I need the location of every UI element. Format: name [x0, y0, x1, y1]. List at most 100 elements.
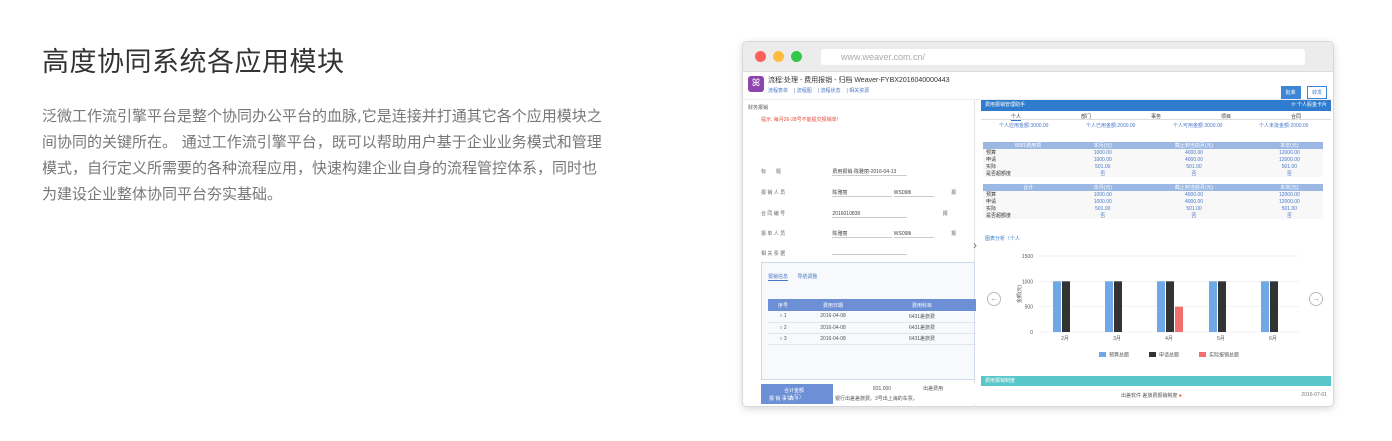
table-row: 预算 1000.00 4000.00 12000.00	[983, 191, 1323, 198]
subnav-resources[interactable]: 相关资源	[849, 88, 869, 94]
y-axis-label: 金额(元)	[1016, 285, 1023, 304]
form-value[interactable]: 费用报销-陈雅丽-2016-04-13	[832, 168, 908, 176]
expense-detail-box: 报销信息 导航调整 序号 费用日期 费用科目 ○ 1 2016-04-08 64…	[761, 262, 976, 380]
minimize-dot-icon[interactable]	[773, 51, 784, 62]
bar	[1175, 306, 1183, 332]
tab-affairs[interactable]: 事务	[1151, 113, 1161, 120]
x-tick-label: 5月	[1217, 336, 1225, 342]
intro-title: 高度协同系统各应用模块	[42, 47, 345, 78]
tab-contract[interactable]: 合同	[1291, 113, 1301, 120]
workflow-title: 流程:处理 - 费用报销 - 归档 Weaver-FYBX20160400004…	[768, 77, 950, 84]
table-row: 预算 1000.00 4000.00 12000.00	[983, 149, 1323, 156]
x-tick-label: 4月	[1165, 336, 1173, 342]
bar	[1218, 281, 1226, 332]
table-row[interactable]: ○ 1 2016-04-08 6431差旅费	[768, 311, 976, 323]
maximize-dot-icon[interactable]	[791, 51, 802, 62]
form-row-title: 标 题 费用报销-陈雅丽-2016-04-13	[761, 168, 908, 176]
dashboard-summary: 个人应用金额:3000.00 个人已用金额:2000.00 个人可用金额:300…	[981, 120, 1331, 130]
sum-row: 合计金额 （大写） 831.000 出差费用 报 销 事 由: 银行出差差旅费。3…	[761, 384, 975, 404]
tab-department[interactable]: 部门	[1081, 113, 1091, 120]
close-dot-icon[interactable]	[755, 51, 766, 62]
form-value[interactable]: 陈雅丽	[832, 189, 893, 197]
policy-item[interactable]: 出差软件 差旅费报销制度 ●	[1121, 392, 1182, 399]
summary-applied: 个人应用金额:3000.00	[999, 123, 1049, 129]
expense-form-panel: 财务报销 提示: 每月26-28号不能提交报销单! 标 题 费用报销-陈雅丽-2…	[743, 100, 976, 406]
form-row-receipts: 相 关 票 据	[761, 250, 908, 257]
policy-date: 2016-07-01	[1301, 392, 1327, 398]
dashboard-action[interactable]: ⟳ 个人股金卡片	[1291, 100, 1327, 111]
legend-swatch	[1199, 352, 1206, 357]
form-value[interactable]: 陈雅丽	[832, 230, 893, 238]
bar	[1209, 281, 1217, 332]
form-label: 标 题	[761, 169, 782, 175]
policy-title: 费用报销制度	[985, 378, 1016, 384]
row-item: 6431差旅费	[868, 311, 976, 323]
bar	[1114, 281, 1122, 332]
url-bar[interactable]: www.weaver.com.cn/	[821, 49, 1305, 65]
forward-button[interactable]: 转发	[1306, 86, 1327, 99]
legend-label: 预算总额	[1109, 352, 1129, 359]
dashboard-title: 费用报销管理助手	[985, 102, 1026, 108]
policy-row[interactable]: 出差软件 差旅费报销制度 ● 2016-07-01	[981, 390, 1331, 400]
dashboard-tabs: 个人 部门 事务 项目 合同	[981, 111, 1331, 121]
row-item: 6431差旅费	[868, 333, 976, 345]
chart-section-label[interactable]: 图表分析（个人	[985, 235, 1020, 242]
col-header: 本月(元)	[1073, 184, 1133, 191]
table-row[interactable]: ○ 3 2016-04-08 6431差旅费	[768, 333, 976, 345]
row-no: ○ 3	[768, 333, 798, 345]
summary-available: 个人可用金额:3000.00	[1173, 123, 1223, 129]
form-side-mark: 报	[951, 190, 957, 196]
approve-button[interactable]: 批准	[1280, 86, 1301, 99]
detail-tabs: 报销信息 导航调整	[768, 273, 825, 281]
form-extra-value[interactable]: WS098i	[893, 190, 934, 197]
form-value[interactable]: 2016010838	[832, 211, 908, 218]
reason-value[interactable]: 银行出差差旅费。3号出上海的车票。	[833, 394, 975, 404]
summary-pending: 个人未批金额:2000.00	[1259, 123, 1309, 129]
legend-swatch	[1099, 352, 1106, 357]
row-no: ○ 1	[768, 311, 798, 323]
app-logo-icon: ꕤ	[748, 76, 764, 92]
collapse-handle-icon[interactable]: ›	[973, 237, 979, 253]
policy-header: 费用报销制度	[981, 376, 1331, 386]
tab-expense-info[interactable]: 报销信息	[768, 274, 789, 281]
chart-next-icon[interactable]: →	[1309, 292, 1323, 306]
form-value[interactable]	[832, 254, 908, 255]
x-tick-label: 2月	[1061, 336, 1069, 342]
dashboard-header: 费用报销管理助手 ⟳ 个人股金卡片	[981, 100, 1331, 111]
subnav-form[interactable]: 流程表单	[768, 88, 788, 94]
col-header-item: 费用科目	[868, 299, 976, 311]
form-side-mark: 报	[942, 211, 948, 217]
summary-table-1: 8001费用项 本月(元) 截止到当前月(元) 本年(元) 预算 1000.00 4…	[983, 142, 1323, 177]
chart-prev-icon[interactable]: ←	[987, 292, 1001, 306]
tab-nav-adjust[interactable]: 导航调整	[797, 274, 817, 280]
summary-used: 个人已用金额:2000.00	[1086, 123, 1136, 129]
intro-section: 高度协同系统各应用模块 泛微工作流引擎平台是整个协同办公平台的血脉,它是连接并打…	[42, 40, 622, 207]
workflow-subnav: 流程表单 | 流程图 | 流程状态 | 相关资源	[768, 88, 870, 94]
page: 高度协同系统各应用模块 泛微工作流引擎平台是整个协同办公平台的血脉,它是连接并打…	[0, 0, 1392, 441]
y-tick-label: 1000	[1022, 279, 1033, 285]
col-header: 合计	[983, 184, 1074, 191]
y-tick-label: 1500	[1022, 254, 1033, 260]
tab-project[interactable]: 项目	[1221, 113, 1231, 120]
expense-dashboard: 费用报销管理助手 ⟳ 个人股金卡片 个人 部门 事务 项目 合同 个人应用金额:…	[981, 100, 1331, 406]
col-header: 截止到当前月(元)	[1132, 142, 1256, 149]
table-row[interactable]: ○ 2 2016-04-08 6431差旅费	[768, 322, 976, 334]
bar	[1062, 281, 1070, 332]
table-row: 实际 501.00 501.00 501.00	[983, 163, 1323, 170]
subnav-flowchart[interactable]: 流程图	[797, 88, 812, 94]
form-label: 报 销 人 员	[761, 190, 786, 196]
col-header: 本月(元)	[1073, 142, 1133, 149]
form-row-applicant: 报 销 人 员 陈雅丽 WS098i 报	[761, 189, 956, 197]
expense-bar-chart: 0 500 1000 1500 金额(元) 2月 3月 4月 5月 6月预算总额 申请总额 实际报销总…	[1016, 254, 1299, 359]
form-label: 合 同 编 号	[761, 211, 786, 217]
chart-area: ← → 0 500 1000 1500 金额(元) 2月 3月 4月 5月 6月 预算总额 申请总额 实…	[981, 242, 1331, 370]
form-row-submitter: 报 单 人 员 陈雅丽 WS098i 报	[761, 230, 956, 238]
y-tick-label: 0	[1030, 330, 1033, 336]
form-panel-title: 财务报销	[748, 105, 769, 111]
bar	[1053, 281, 1061, 332]
table-row: 是否超额度否否否	[983, 170, 1323, 177]
subnav-status[interactable]: 流程状态	[820, 88, 840, 94]
summary-table-2: 合计 本月(元) 截止到当前月(元) 本年(元) 预算 1000.00 4000.0…	[983, 184, 1323, 219]
form-label: 报 单 人 员	[761, 231, 786, 237]
form-extra-value[interactable]: WS098i	[893, 231, 934, 238]
